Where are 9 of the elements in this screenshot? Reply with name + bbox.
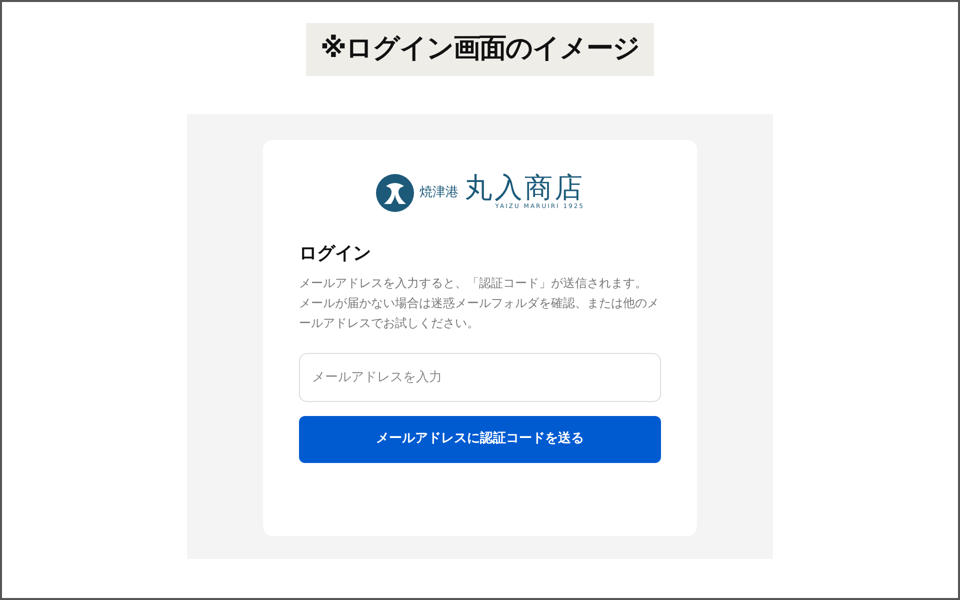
caption-label: ※ログイン画面のイメージ (306, 23, 654, 76)
description-text: メールが届かない場合は迷惑メールフォルダを確認、または他のメールアドレスでお試しください。 (299, 294, 660, 332)
description-text: メールアドレスを入力すると、「認証コード」が送信されます。 (299, 274, 648, 292)
email-field[interactable]: メールアドレスを入力 (299, 352, 661, 402)
send-code-button[interactable]: メールアドレスに認証コードを送る (299, 416, 661, 462)
logo-text: 焼津港 (420, 184, 458, 202)
logo-icon (376, 174, 414, 212)
logo-text: 丸入商店 (464, 174, 584, 202)
login-heading: ログイン (299, 242, 372, 266)
